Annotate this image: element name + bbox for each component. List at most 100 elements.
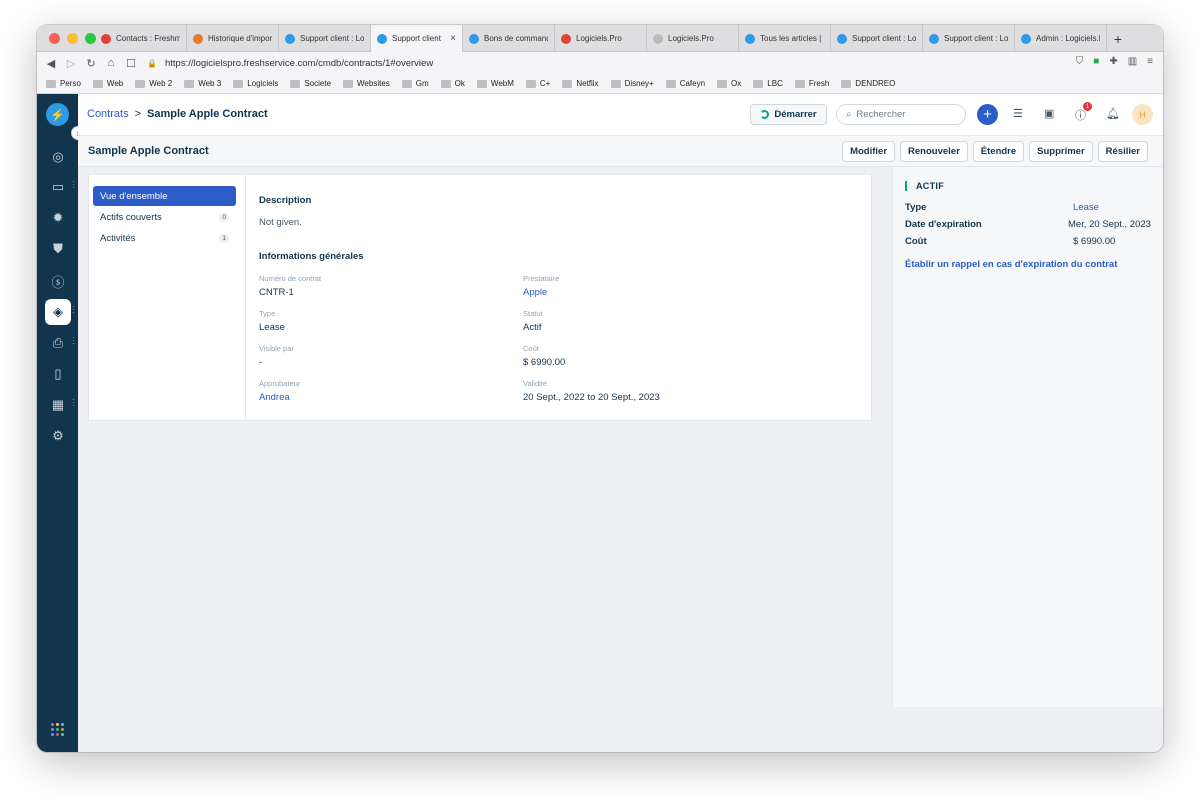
purchases-more-icon[interactable]: · · · bbox=[72, 334, 75, 348]
browser-tab[interactable]: Admin : Logiciels.P bbox=[1015, 25, 1107, 52]
bookmark-icon[interactable]: ☐ bbox=[121, 57, 141, 70]
browser-extensions: ⛉ ■ ✚ ▥ ≡ bbox=[1076, 56, 1153, 67]
bookmark-item[interactable]: Netflix bbox=[562, 79, 599, 88]
renew-button[interactable]: Renouveler bbox=[900, 141, 968, 162]
browser-tab[interactable]: Logiciels.Pro bbox=[555, 25, 647, 52]
general-info-heading: Informations générales bbox=[259, 251, 364, 262]
settings-icon[interactable]: ⚙ bbox=[45, 423, 71, 449]
sidebar-icon[interactable]: ▥ bbox=[1128, 56, 1137, 67]
menu-icon[interactable]: ≡ bbox=[1147, 56, 1153, 67]
bookmark-item[interactable]: Logiciels bbox=[233, 79, 278, 88]
minimize-window-button[interactable] bbox=[67, 33, 78, 44]
new-tab-button[interactable]: + bbox=[1107, 25, 1129, 52]
app-switcher-icon[interactable] bbox=[51, 723, 64, 736]
tab-label: Support client : Lo bbox=[852, 34, 916, 43]
bookmark-item[interactable]: DENDREO bbox=[841, 79, 895, 88]
tab-activities-label: Activités bbox=[100, 232, 136, 244]
extend-button[interactable]: Étendre bbox=[972, 141, 1025, 162]
bookmark-folder-icon bbox=[401, 79, 412, 88]
bookmark-item[interactable]: Web 3 bbox=[184, 79, 221, 88]
activities-count: 1 bbox=[219, 233, 229, 243]
browser-tab[interactable]: Support client : Lo bbox=[831, 25, 923, 52]
terminate-button[interactable]: Résilier bbox=[1097, 141, 1148, 162]
close-window-button[interactable] bbox=[49, 33, 60, 44]
freshservice-logo-icon[interactable]: ⚡ bbox=[46, 103, 69, 126]
vendor-link[interactable]: Apple bbox=[523, 287, 773, 298]
bookmark-item[interactable]: Disney+ bbox=[610, 79, 654, 88]
left-sidebar: ⚡ › ◎ ▭ ··· ✹ ⛊ ⓢ ◈ ··· ⎙ ··· ▯ ▦ ··· ⚙ bbox=[37, 94, 85, 752]
bookmark-item[interactable]: LBC bbox=[753, 79, 783, 88]
tasks-icon[interactable]: ☰ bbox=[1013, 107, 1023, 120]
tab-favicon-icon bbox=[561, 33, 571, 44]
breadcrumb-contracts-link[interactable]: Contrats bbox=[87, 108, 129, 120]
field-value: Actif bbox=[523, 322, 542, 333]
tab-label: Logiciels.Pro bbox=[668, 34, 714, 43]
forward-icon[interactable]: ▷ bbox=[61, 57, 81, 70]
approver-link[interactable]: Andrea bbox=[259, 392, 509, 403]
bell-icon[interactable]: 🔔︎ bbox=[1106, 107, 1120, 120]
bookmark-item[interactable]: WebM bbox=[476, 79, 514, 88]
reports-more-icon[interactable]: · · · bbox=[72, 396, 75, 410]
start-button[interactable]: Démarrer bbox=[750, 104, 827, 125]
bookmark-item[interactable]: Cafeyn bbox=[665, 79, 705, 88]
browser-tab[interactable]: Support client × bbox=[371, 25, 463, 52]
bookmark-item[interactable]: Ox bbox=[717, 79, 741, 88]
assets-icon[interactable]: ◈ bbox=[45, 299, 71, 325]
tab-covered-assets[interactable]: Actifs couverts 0 bbox=[93, 207, 236, 227]
avatar[interactable]: H bbox=[1132, 104, 1153, 125]
browser-tab[interactable]: Bons de command bbox=[463, 25, 555, 52]
puzzle-icon[interactable]: ✚ bbox=[1109, 56, 1117, 67]
tab-overview[interactable]: Vue d'ensemble bbox=[93, 186, 236, 206]
bookmark-folder-icon bbox=[610, 79, 621, 88]
edit-button[interactable]: Modifier bbox=[842, 141, 896, 162]
bookmark-folder-icon bbox=[525, 79, 536, 88]
changes-icon[interactable]: ⛊ bbox=[45, 236, 71, 262]
browser-tab[interactable]: Support client : Lo bbox=[923, 25, 1015, 52]
field-status: Statut Actif bbox=[523, 309, 773, 333]
extension-green-icon[interactable]: ■ bbox=[1093, 56, 1099, 67]
problems-icon[interactable]: ✹ bbox=[45, 205, 71, 231]
bookmark-item[interactable]: C+ bbox=[525, 79, 550, 88]
dashboard-icon[interactable]: ◎ bbox=[45, 144, 71, 170]
bookmark-folder-icon bbox=[92, 79, 103, 88]
home-icon[interactable]: ⌂ bbox=[101, 57, 121, 69]
browser-tab[interactable]: Tous les articles | bbox=[739, 25, 831, 52]
bookmark-item[interactable]: Web bbox=[92, 79, 123, 88]
tickets-icon[interactable]: ▭ bbox=[45, 174, 71, 200]
bookmark-item[interactable]: Web 2 bbox=[135, 79, 172, 88]
releases-icon[interactable]: ⓢ bbox=[45, 268, 71, 294]
address-bar[interactable]: 🔒 https://logicielspro.freshservice.com/… bbox=[147, 55, 1047, 71]
bookmark-item[interactable]: Websites bbox=[343, 79, 390, 88]
tab-activities[interactable]: Activités 1 bbox=[93, 228, 236, 248]
summary-type-link[interactable]: Lease bbox=[1073, 202, 1099, 213]
reports-icon[interactable]: ▦ bbox=[45, 392, 71, 418]
bookmark-item[interactable]: Societe bbox=[290, 79, 331, 88]
browser-tab[interactable]: Contacts : Freshm bbox=[95, 25, 187, 52]
bookmark-folder-icon bbox=[184, 79, 195, 88]
delete-button[interactable]: Supprimer bbox=[1029, 141, 1093, 162]
bookmark-item[interactable]: Fresh bbox=[794, 79, 829, 88]
shield-icon[interactable]: ⛉ bbox=[1076, 56, 1084, 67]
purchases-icon[interactable]: ⎙ bbox=[45, 330, 71, 356]
tickets-more-icon[interactable]: · · · bbox=[72, 178, 75, 192]
field-label: Coût bbox=[523, 344, 539, 353]
tab-bar: Contacts : Freshm Historique d'impor Suppo… bbox=[37, 25, 1163, 52]
browser-tab[interactable]: Historique d'impor bbox=[187, 25, 279, 52]
calendar-icon[interactable]: ▣ bbox=[1044, 107, 1054, 120]
bookmark-item[interactable]: Ok bbox=[440, 79, 465, 88]
close-tab-icon[interactable]: × bbox=[450, 33, 456, 44]
tab-label: Logiciels.Pro bbox=[576, 34, 622, 43]
tab-favicon-icon bbox=[653, 33, 663, 44]
set-expiry-reminder-link[interactable]: Établir un rappel en cas d'expiration du… bbox=[905, 259, 1117, 270]
bookmark-item[interactable]: Perso bbox=[46, 79, 81, 88]
solutions-icon[interactable]: ▯ bbox=[45, 361, 71, 387]
browser-tab[interactable]: Logiciels.Pro bbox=[647, 25, 739, 52]
new-item-button[interactable]: + bbox=[977, 104, 998, 125]
reload-icon[interactable]: ↻ bbox=[81, 57, 101, 70]
back-icon[interactable]: ◀ bbox=[41, 57, 61, 70]
bookmark-label: Web 2 bbox=[149, 79, 173, 88]
bookmark-item[interactable]: Gm bbox=[401, 79, 429, 88]
assets-more-icon[interactable]: · · · bbox=[72, 303, 75, 317]
browser-tab[interactable]: Support client : Lo bbox=[279, 25, 371, 52]
search-input[interactable]: ⌕ Rechercher bbox=[836, 104, 966, 125]
